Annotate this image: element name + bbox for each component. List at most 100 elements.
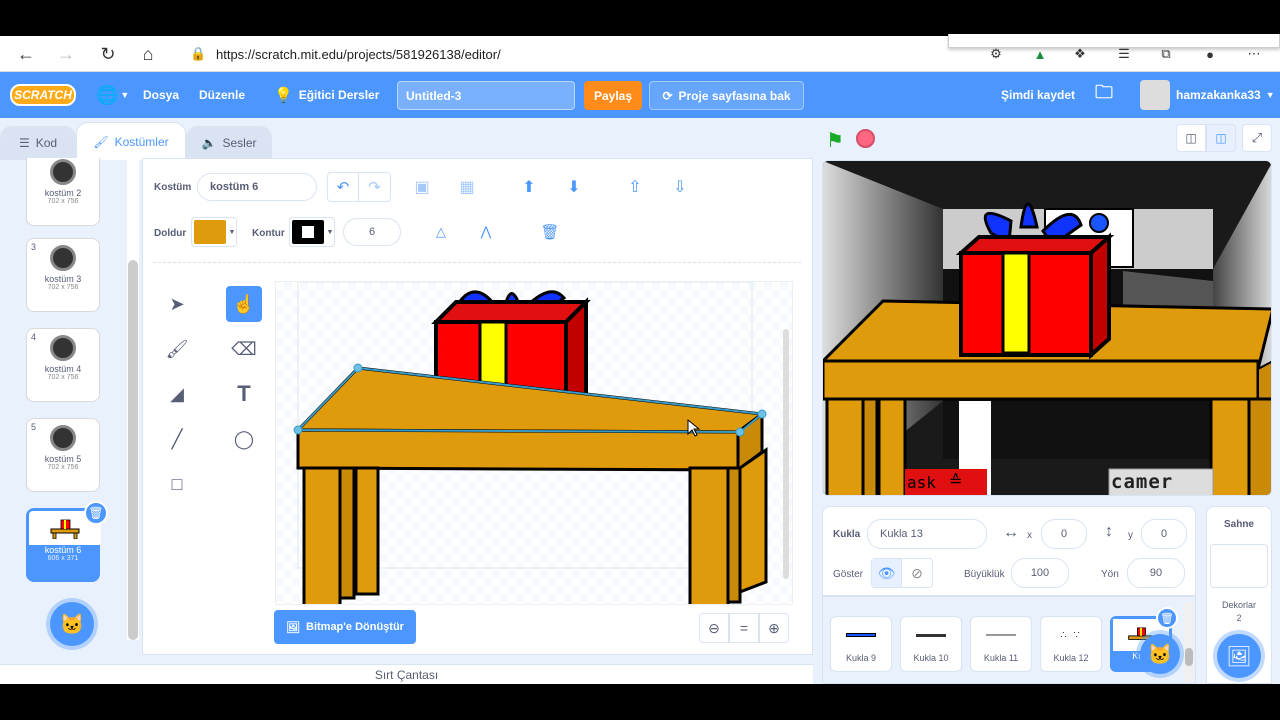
sprite-tile[interactable]: Kukla 11 bbox=[970, 616, 1032, 672]
ungroup-icon[interactable]: ▦ bbox=[456, 176, 478, 198]
extension-icon[interactable]: ⚙ bbox=[986, 44, 1006, 64]
green-flag-icon[interactable]: ⚑ bbox=[826, 128, 844, 153]
text-tool-icon[interactable]: T bbox=[226, 376, 262, 412]
eraser-tool-icon[interactable]: ⌫ bbox=[226, 331, 262, 367]
pin-icon[interactable]: ▲ bbox=[1030, 44, 1050, 64]
flip-horizontal-icon[interactable]: △ bbox=[430, 221, 452, 243]
canvas-scrollbar[interactable] bbox=[783, 329, 789, 579]
delete-sprite-icon[interactable]: 🗑 bbox=[1156, 607, 1178, 629]
tab-code-label: Kod bbox=[35, 136, 58, 150]
image-icon: 🖼 bbox=[286, 621, 300, 634]
project-title-input[interactable]: Untitled-3 bbox=[397, 81, 575, 110]
circle-tool-icon[interactable]: ◯ bbox=[226, 421, 262, 457]
fill-color-picker[interactable]: ▼ bbox=[191, 217, 237, 247]
menu-edit[interactable]: Düzenle bbox=[199, 72, 245, 118]
sprite-list-scrollbar[interactable] bbox=[1184, 602, 1194, 682]
zoom-reset-icon[interactable]: = bbox=[729, 613, 759, 643]
sprite-tile[interactable]: Kukla 10 bbox=[900, 616, 962, 672]
fill-tool-icon[interactable]: ◢ bbox=[159, 376, 195, 412]
show-eye-icon[interactable]: 👁 bbox=[872, 559, 903, 587]
language-globe-icon[interactable]: 🌐 ▼ bbox=[96, 72, 129, 118]
tab-sounds[interactable]: 🔈 Sesler bbox=[186, 126, 272, 160]
delete-costume-icon[interactable]: 🗑 bbox=[84, 501, 108, 525]
costume-item[interactable]: 4 kostüm 4 702 x 756 bbox=[26, 328, 100, 402]
puzzle-icon[interactable]: ❖ bbox=[1070, 44, 1090, 64]
delete-icon[interactable]: 🗑 bbox=[539, 221, 561, 243]
y-input[interactable]: 0 bbox=[1141, 519, 1187, 549]
costume-name-input[interactable]: kostüm 6 bbox=[197, 173, 317, 201]
outline-color-picker[interactable]: ▼ bbox=[289, 217, 335, 247]
group-icon[interactable]: ▣ bbox=[411, 176, 433, 198]
redo-icon[interactable]: ↷ bbox=[359, 173, 390, 201]
address-bar[interactable]: 🔒 https://scratch.mit.edu/projects/58192… bbox=[182, 40, 946, 68]
choose-backdrop-button[interactable]: 🖼 bbox=[1217, 634, 1261, 678]
home-icon[interactable]: ⌂ bbox=[138, 44, 158, 64]
sprite-tile[interactable]: ∴ ∵ Kukla 12 bbox=[1040, 616, 1102, 672]
share-button[interactable]: Paylaş bbox=[584, 81, 642, 110]
chevron-up-icon: ≙ bbox=[949, 473, 963, 490]
url-text: https://scratch.mit.edu/projects/5819261… bbox=[216, 46, 501, 62]
backward-layer-icon[interactable]: ⬇ bbox=[563, 176, 585, 198]
paint-canvas[interactable] bbox=[275, 281, 793, 605]
front-layer-icon[interactable]: ⇧ bbox=[624, 176, 646, 198]
zoom-out-icon[interactable]: ⊖ bbox=[699, 613, 729, 643]
costume-item[interactable]: 5 kostüm 5 702 x 756 bbox=[26, 418, 100, 492]
rectangle-tool-icon[interactable]: □ bbox=[159, 466, 195, 502]
reload-icon[interactable]: ↻ bbox=[98, 44, 118, 64]
direction-input[interactable]: 90 bbox=[1127, 558, 1185, 588]
flip-vertical-icon[interactable]: ⋀ bbox=[475, 221, 497, 243]
back-layer-icon[interactable]: ⇩ bbox=[669, 176, 691, 198]
sprite-thumbnail bbox=[971, 617, 1031, 653]
zoom-in-icon[interactable]: ⊕ bbox=[759, 613, 789, 643]
forward-layer-icon[interactable]: ⬆ bbox=[518, 176, 540, 198]
user-menu[interactable]: hamzakanka33 ▼ bbox=[1140, 72, 1275, 118]
my-stuff-folder-icon[interactable]: 🗀 bbox=[1095, 72, 1113, 118]
fullscreen-icon[interactable]: ⤢ bbox=[1242, 124, 1272, 152]
undo-icon[interactable]: ↶ bbox=[328, 173, 360, 201]
costume-name: kostüm 2 bbox=[44, 188, 82, 198]
stage[interactable]: ask ≙ camer bbox=[822, 160, 1272, 496]
tab-costumes-label: Kostümler bbox=[114, 134, 169, 149]
sprite-name-input[interactable]: Kukla 13 bbox=[867, 519, 987, 549]
menu-file[interactable]: Dosya bbox=[143, 72, 179, 118]
outline-width-input[interactable]: 6 bbox=[343, 218, 401, 246]
sprite-name: Kukla 10 bbox=[913, 653, 949, 663]
reading-list-icon[interactable]: ☰ bbox=[1114, 44, 1134, 64]
costume-item[interactable]: 3 kostüm 3 702 x 756 bbox=[26, 238, 100, 312]
collections-icon[interactable]: ⧉ bbox=[1156, 44, 1176, 64]
sprite-tile[interactable]: Kukla 9 bbox=[830, 616, 892, 672]
save-now-button[interactable]: Şimdi kaydet bbox=[1001, 72, 1075, 118]
convert-to-bitmap-button[interactable]: 🖼 Bitmap'e Dönüştür bbox=[274, 610, 416, 644]
tab-costumes[interactable]: 🖌 Kostümler bbox=[76, 122, 186, 160]
lock-icon: 🔒 bbox=[190, 46, 207, 61]
choose-costume-button[interactable]: 🐱 bbox=[50, 602, 94, 646]
costume-name: kostüm 5 bbox=[44, 454, 82, 464]
choose-sprite-button[interactable]: 🐱 bbox=[1140, 634, 1180, 674]
brush-tool-icon[interactable]: 🖌 bbox=[159, 331, 195, 367]
back-icon[interactable]: ← bbox=[16, 44, 36, 64]
select-tool-icon[interactable]: ➤ bbox=[159, 286, 195, 322]
see-project-page-button[interactable]: ⟳ Proje sayfasına bak bbox=[649, 81, 804, 110]
tab-code[interactable]: ☰ Kod bbox=[0, 126, 76, 160]
costume-item[interactable]: kostüm 2 702 x 756 bbox=[26, 158, 100, 226]
y-label: y bbox=[1128, 530, 1133, 541]
size-input[interactable]: 100 bbox=[1011, 558, 1069, 588]
costume-size: 702 x 756 bbox=[47, 284, 79, 291]
reshape-tool-icon[interactable]: ☝ bbox=[226, 286, 262, 322]
line-tool-icon[interactable]: ╱ bbox=[159, 421, 195, 457]
stop-icon[interactable] bbox=[856, 129, 875, 148]
more-icon[interactable]: ⋯ bbox=[1244, 44, 1264, 64]
small-stage-icon[interactable]: ◫ bbox=[1176, 124, 1206, 152]
normal-stage-icon[interactable]: ◫ bbox=[1206, 124, 1236, 152]
sprite-name: Kukla 11 bbox=[983, 653, 1019, 663]
profile-icon[interactable]: ● bbox=[1200, 44, 1220, 64]
hide-eye-icon[interactable]: ⊘ bbox=[902, 559, 932, 587]
menu-bar: SCRATCH 🌐 ▼ Dosya Düzenle 💡 Eğitici Dersl… bbox=[0, 72, 1280, 118]
costume-scrollbar[interactable] bbox=[128, 260, 138, 640]
forward-icon[interactable]: → bbox=[56, 44, 76, 64]
menu-tutorials[interactable]: 💡 Eğitici Dersler bbox=[274, 72, 379, 118]
scratch-logo[interactable]: SCRATCH bbox=[10, 84, 76, 106]
fill-label: Doldur bbox=[154, 228, 187, 239]
backpack-bar[interactable]: Sırt Çantası bbox=[0, 664, 813, 684]
x-input[interactable]: 0 bbox=[1041, 519, 1087, 549]
